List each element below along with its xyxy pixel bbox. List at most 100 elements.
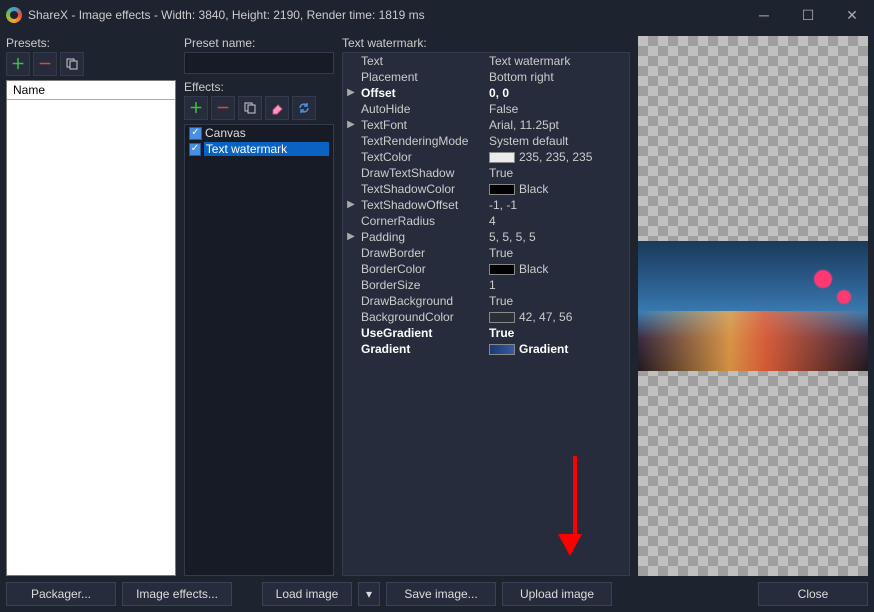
minimize-button[interactable]: ─ (742, 0, 786, 30)
property-value[interactable]: 1 (489, 277, 629, 293)
property-row[interactable]: BackgroundColor42, 47, 56 (343, 309, 629, 325)
property-value[interactable]: 0, 0 (489, 85, 629, 101)
property-name: Text (359, 53, 489, 69)
property-row[interactable]: TextRenderingModeSystem default (343, 133, 629, 149)
effect-item[interactable]: ✓Text watermark (185, 141, 333, 157)
property-value[interactable]: True (489, 245, 629, 261)
property-row[interactable]: PlacementBottom right (343, 69, 629, 85)
property-row[interactable]: GradientGradient (343, 341, 629, 357)
add-preset-button[interactable]: ＋ (6, 52, 30, 76)
copy-icon (243, 101, 257, 115)
preview-panel (638, 36, 868, 576)
property-value[interactable]: -1, -1 (489, 197, 629, 213)
app-logo-icon (6, 7, 22, 23)
property-name: BorderColor (359, 261, 489, 277)
property-row[interactable]: TextShadowColorBlack (343, 181, 629, 197)
duplicate-preset-button[interactable] (60, 52, 84, 76)
property-row[interactable]: ▶TextFontArial, 11.25pt (343, 117, 629, 133)
effect-label: Canvas (205, 126, 246, 140)
window: ShareX - Image effects - Width: 3840, He… (0, 0, 874, 612)
property-value[interactable]: System default (489, 133, 629, 149)
properties-panel: Text watermark: TextText watermarkPlacem… (342, 36, 630, 576)
color-swatch-icon (489, 184, 515, 195)
property-name: DrawBackground (359, 293, 489, 309)
property-name: BackgroundColor (359, 309, 489, 325)
titlebar: ShareX - Image effects - Width: 3840, He… (0, 0, 874, 30)
property-row[interactable]: UseGradientTrue (343, 325, 629, 341)
save-image-button[interactable]: Save image... (386, 582, 496, 606)
property-row[interactable]: ▶Padding5, 5, 5, 5 (343, 229, 629, 245)
upload-image-button[interactable]: Upload image (502, 582, 612, 606)
load-image-button[interactable]: Load image (262, 582, 352, 606)
property-name: UseGradient (359, 325, 489, 341)
effect-item[interactable]: ✓Canvas (185, 125, 333, 141)
effects-label: Effects: (184, 80, 334, 94)
property-row[interactable]: ▶Offset0, 0 (343, 85, 629, 101)
preset-name-label: Preset name: (184, 36, 334, 50)
property-row[interactable]: ▶TextShadowOffset-1, -1 (343, 197, 629, 213)
property-name: BorderSize (359, 277, 489, 293)
property-value[interactable]: Text watermark (489, 53, 629, 69)
color-swatch-icon (489, 152, 515, 163)
property-value[interactable]: True (489, 325, 629, 341)
clear-effects-button[interactable] (265, 96, 289, 120)
image-effects-button[interactable]: Image effects... (122, 582, 232, 606)
effects-list[interactable]: ✓Canvas✓Text watermark (184, 124, 334, 576)
property-name: Padding (359, 229, 489, 245)
property-value[interactable]: 42, 47, 56 (489, 309, 629, 325)
property-value[interactable]: 235, 235, 235 (489, 149, 629, 165)
property-row[interactable]: BorderSize1 (343, 277, 629, 293)
effect-label: Text watermark (204, 142, 329, 156)
expand-icon[interactable]: ▶ (343, 197, 359, 213)
property-row[interactable]: BorderColorBlack (343, 261, 629, 277)
property-value[interactable]: 5, 5, 5, 5 (489, 229, 629, 245)
copy-icon (65, 57, 79, 71)
property-value[interactable]: 4 (489, 213, 629, 229)
close-button[interactable]: Close (758, 582, 868, 606)
load-image-dropdown[interactable]: ▾ (358, 582, 380, 606)
property-name: CornerRadius (359, 213, 489, 229)
property-grid[interactable]: TextText watermarkPlacementBottom right▶… (342, 52, 630, 576)
preset-name-input[interactable] (184, 52, 334, 74)
expand-icon[interactable]: ▶ (343, 85, 359, 101)
property-name: Gradient (359, 341, 489, 357)
property-row[interactable]: TextText watermark (343, 53, 629, 69)
refresh-effects-button[interactable] (292, 96, 316, 120)
checkbox-icon[interactable]: ✓ (189, 127, 202, 140)
close-window-button[interactable]: ✕ (830, 0, 874, 30)
eraser-icon (270, 101, 284, 115)
duplicate-effect-button[interactable] (238, 96, 262, 120)
preview-image (638, 241, 868, 371)
property-name: AutoHide (359, 101, 489, 117)
property-name: Placement (359, 69, 489, 85)
checkbox-icon[interactable]: ✓ (189, 143, 201, 156)
property-value[interactable]: Black (489, 261, 629, 277)
property-value[interactable]: Black (489, 181, 629, 197)
add-effect-button[interactable]: ＋ (184, 96, 208, 120)
property-value[interactable]: False (489, 101, 629, 117)
refresh-icon (297, 101, 311, 115)
property-row[interactable]: CornerRadius4 (343, 213, 629, 229)
property-name: TextRenderingMode (359, 133, 489, 149)
presets-list-header: Name (7, 81, 175, 100)
color-swatch-icon (489, 264, 515, 275)
property-row[interactable]: TextColor235, 235, 235 (343, 149, 629, 165)
expand-icon[interactable]: ▶ (343, 229, 359, 245)
property-row[interactable]: DrawTextShadowTrue (343, 165, 629, 181)
property-row[interactable]: DrawBackgroundTrue (343, 293, 629, 309)
property-row[interactable]: AutoHideFalse (343, 101, 629, 117)
packager-button[interactable]: Packager... (6, 582, 116, 606)
property-value[interactable]: True (489, 165, 629, 181)
effects-toolbar: ＋ － (184, 96, 334, 120)
property-row[interactable]: DrawBorderTrue (343, 245, 629, 261)
expand-icon[interactable]: ▶ (343, 117, 359, 133)
property-value[interactable]: Gradient (489, 341, 629, 357)
property-value[interactable]: True (489, 293, 629, 309)
remove-effect-button[interactable]: － (211, 96, 235, 120)
presets-list[interactable]: Name (6, 80, 176, 576)
remove-preset-button[interactable]: － (33, 52, 57, 76)
maximize-button[interactable]: ☐ (786, 0, 830, 30)
property-value[interactable]: Arial, 11.25pt (489, 117, 629, 133)
property-value[interactable]: Bottom right (489, 69, 629, 85)
properties-title: Text watermark: (342, 36, 630, 50)
